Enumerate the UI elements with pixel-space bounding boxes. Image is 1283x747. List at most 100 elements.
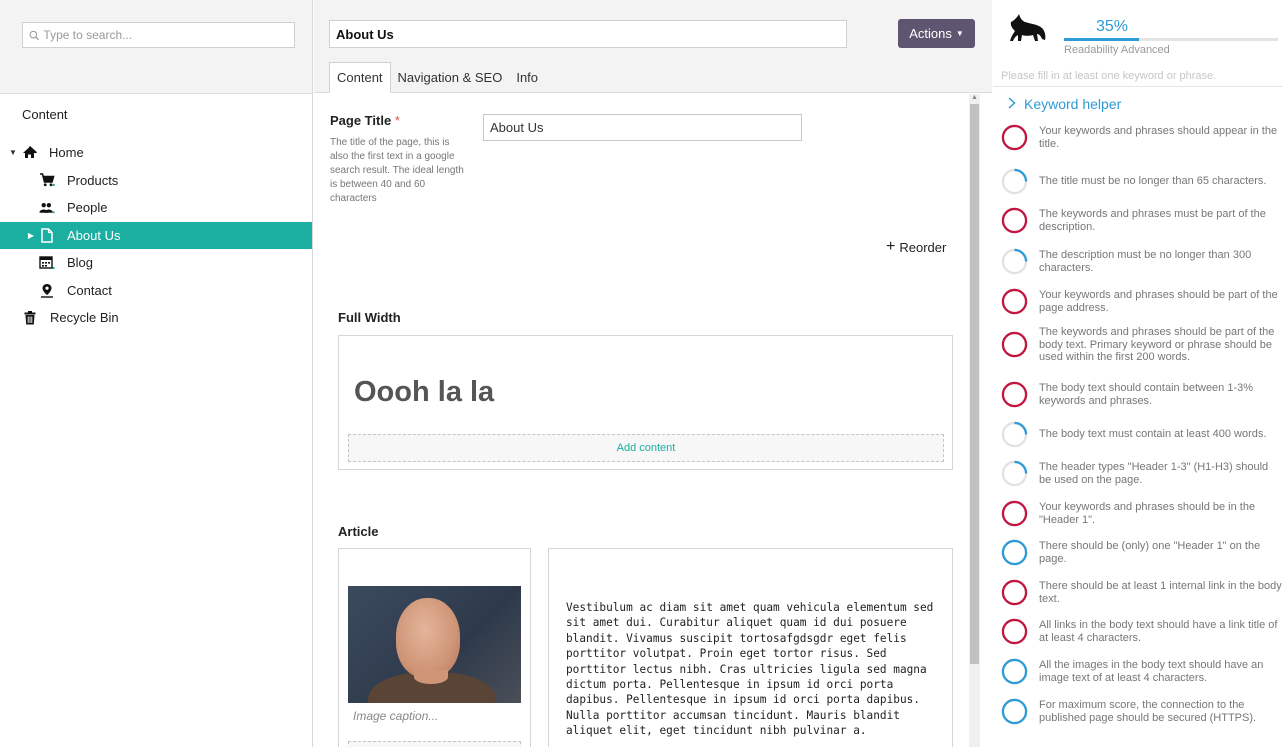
scroll-up-icon[interactable]: ▲ — [969, 94, 980, 104]
status-ring-icon — [1001, 618, 1028, 645]
page-title-label: Page Title * — [330, 113, 400, 128]
tree-item-label: People — [67, 200, 108, 216]
seo-check-text: For maximum score, the connection to the… — [1039, 699, 1257, 724]
tab-info[interactable]: Info — [509, 62, 545, 92]
tree-item-label: Recycle Bin — [50, 310, 119, 326]
seo-check-text: Your keywords and phrases should be part… — [1039, 289, 1278, 314]
status-ring-icon — [1001, 124, 1028, 151]
seo-check-item: For maximum score, the connection to the… — [1001, 698, 1283, 725]
seo-check-item: There should be at least 1 internal link… — [1001, 579, 1283, 606]
status-ring-icon — [1001, 421, 1028, 448]
seo-check-text: The header types "Header 1-3" (H1-H3) sh… — [1039, 461, 1269, 486]
article-image-block[interactable]: Image caption... — [338, 548, 531, 747]
seo-check-text: The body text must contain at least 400 … — [1039, 428, 1267, 441]
scrollbar-thumb[interactable] — [970, 104, 979, 664]
seo-check-item: The header types "Header 1-3" (H1-H3) sh… — [1001, 460, 1283, 487]
cart-icon — [39, 173, 55, 187]
tree-item-about-us[interactable]: ▶ About Us — [0, 221, 312, 249]
bull-logo-icon — [1009, 14, 1047, 47]
seo-check-text: There should be at least 1 internal link… — [1039, 580, 1282, 605]
article-text-block[interactable]: Vestibulum ac diam sit amet quam vehicul… — [548, 548, 953, 747]
tree-item-blog[interactable]: Blog — [0, 249, 312, 277]
article-photo[interactable] — [348, 586, 521, 703]
full-width-heading[interactable]: Oooh la la — [354, 376, 494, 409]
status-ring-icon — [1001, 381, 1028, 408]
tab-navigation-seo[interactable]: Navigation & SEO — [391, 62, 510, 92]
status-ring-icon — [1001, 500, 1028, 527]
map-pin-icon — [39, 283, 55, 298]
tree-item-recycle-bin[interactable]: Recycle Bin — [0, 304, 312, 332]
content-tree-panel: Content ▼ Home Products People ▶ — [0, 0, 313, 747]
actions-button-label: Actions — [909, 26, 952, 41]
page-title-description: The title of the page, this is also the … — [330, 137, 464, 204]
tree-item-label: Products — [67, 172, 119, 188]
editor-panel: About Us Actions ▼ Content Navigation & … — [314, 0, 992, 747]
tree-item-label: Home — [49, 145, 84, 161]
image-add-area[interactable] — [348, 741, 521, 747]
reorder-button[interactable]: + Reorder — [886, 239, 946, 255]
photo-collar — [414, 670, 448, 684]
seo-check-text: All links in the body text should have a… — [1039, 619, 1278, 644]
tree-search-area — [0, 0, 312, 94]
photo-head — [396, 598, 460, 678]
tree-search-input[interactable] — [43, 28, 294, 42]
required-mark: * — [394, 113, 400, 128]
image-caption-field[interactable]: Image caption... — [353, 709, 438, 723]
keyword-input-hint[interactable]: Please fill in at least one keyword or p… — [1001, 70, 1216, 82]
seo-check-item: The keywords and phrases should be part … — [1001, 326, 1283, 364]
seo-check-item: Your keywords and phrases should be in t… — [1001, 500, 1283, 527]
editor-scrollbar[interactable]: ▲ — [969, 94, 980, 747]
status-ring-icon — [1001, 207, 1028, 234]
seo-check-item: The title must be no longer than 65 char… — [1001, 168, 1283, 195]
tab-content[interactable]: Content — [329, 62, 391, 93]
tree-item-contact[interactable]: Contact — [0, 277, 312, 305]
seo-check-text: Your keywords and phrases should appear … — [1039, 125, 1278, 150]
page-title-label-text: Page Title — [330, 113, 392, 128]
seo-check-text: There should be (only) one "Header 1" on… — [1039, 540, 1261, 565]
tree-item-home[interactable]: ▼ Home — [0, 139, 312, 167]
tree-item-products[interactable]: Products — [0, 167, 312, 195]
keyword-helper-label: Keyword helper — [1024, 96, 1122, 112]
seo-subtitle[interactable]: Readability Advanced — [1064, 44, 1170, 56]
tree-search-box[interactable] — [22, 22, 295, 48]
article-label: Article — [338, 524, 379, 539]
move-icon: + — [886, 238, 896, 255]
seo-check-text: All the images in the body text should h… — [1039, 659, 1264, 684]
people-icon — [39, 202, 55, 214]
full-width-label: Full Width — [338, 310, 401, 325]
document-icon — [39, 228, 55, 243]
tree-item-label: Blog — [67, 255, 94, 271]
caret-down-icon[interactable]: ▼ — [9, 148, 17, 157]
seo-check-item: All links in the body text should have a… — [1001, 618, 1283, 645]
status-ring-icon — [1001, 460, 1028, 487]
add-content-button[interactable]: Add content — [348, 434, 944, 462]
tree-item-people[interactable]: People — [0, 194, 312, 222]
seo-panel: 35% Readability Advanced Please fill in … — [993, 0, 1283, 747]
keyword-helper-toggle[interactable]: Keyword helper — [1008, 96, 1121, 112]
page-title-input[interactable]: About Us — [483, 114, 802, 141]
seo-check-item: All the images in the body text should h… — [1001, 658, 1283, 685]
status-ring-icon — [1001, 248, 1028, 275]
actions-button[interactable]: Actions ▼ — [898, 19, 975, 48]
seo-check-item: The description must be no longer than 3… — [1001, 248, 1283, 275]
tree-item-label: About Us — [67, 227, 121, 243]
status-ring-icon — [1001, 539, 1028, 566]
seo-score-bar-fill — [1064, 38, 1139, 41]
full-width-block[interactable]: Oooh la la Add content — [338, 335, 953, 470]
seo-check-text: Your keywords and phrases should be in t… — [1039, 501, 1256, 526]
trash-icon — [22, 310, 38, 325]
seo-check-item: Your keywords and phrases should be part… — [1001, 288, 1283, 315]
seo-check-text: The keywords and phrases should be part … — [1039, 326, 1275, 363]
status-ring-icon — [1001, 168, 1028, 195]
seo-check-item: The keywords and phrases must be part of… — [1001, 207, 1283, 234]
caret-right-icon[interactable]: ▶ — [27, 231, 35, 240]
article-body-text[interactable]: Vestibulum ac diam sit amet quam vehicul… — [566, 600, 936, 739]
status-ring-icon — [1001, 579, 1028, 606]
node-name-input[interactable]: About Us — [329, 20, 847, 48]
seo-score: 35% — [1096, 18, 1129, 35]
divider — [993, 86, 1283, 87]
status-ring-icon — [1001, 331, 1028, 358]
seo-check-text: The title must be no longer than 65 char… — [1039, 175, 1267, 188]
seo-check-text: The body text should contain between 1-3… — [1039, 382, 1254, 407]
tree-section-title: Content — [22, 107, 68, 122]
